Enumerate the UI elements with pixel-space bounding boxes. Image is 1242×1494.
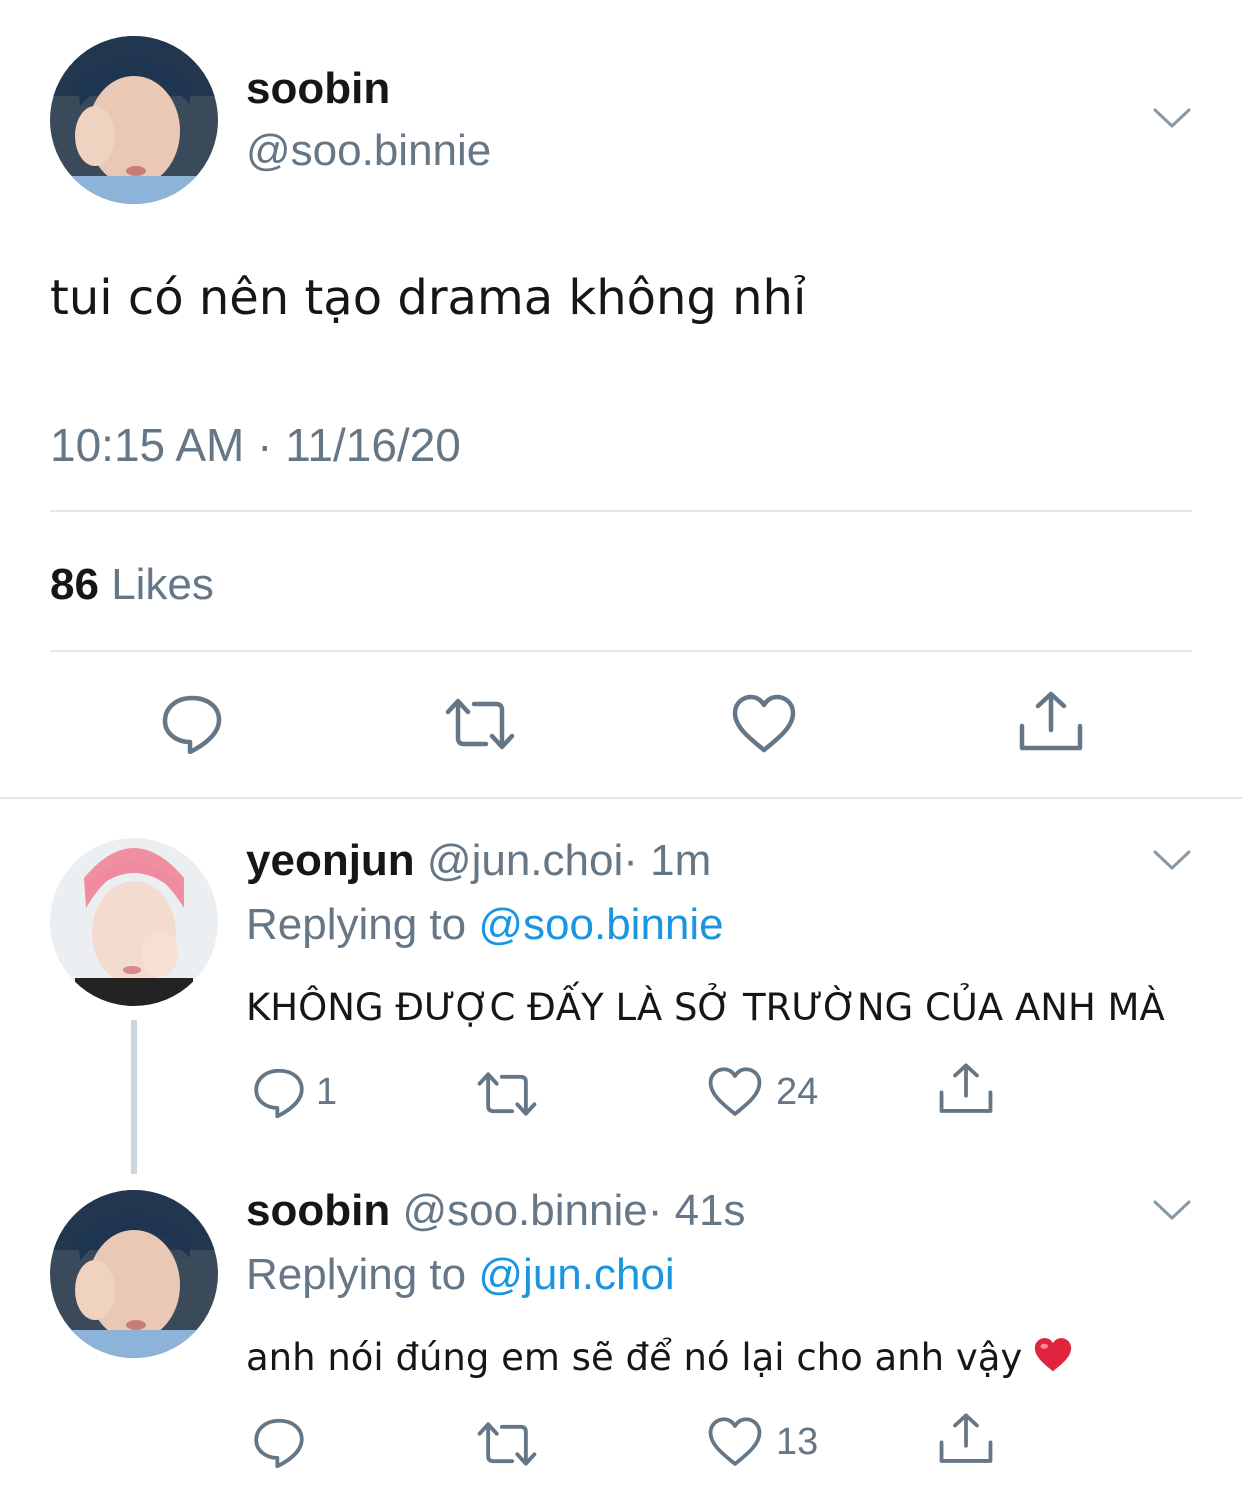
chevron-down-icon[interactable]	[1152, 104, 1192, 132]
divider	[50, 510, 1192, 512]
replying-to: Replying to @soo.binnie	[246, 900, 724, 950]
heart-emoji	[1033, 1336, 1073, 1379]
reply-author-handle[interactable]: @jun.choi	[427, 836, 623, 885]
avatar-soobin[interactable]	[50, 36, 218, 204]
chevron-down-icon[interactable]	[1152, 846, 1192, 874]
thread-line	[131, 1020, 137, 1174]
section-divider	[0, 797, 1242, 799]
replying-to: Replying to @jun.choi	[246, 1250, 675, 1300]
divider	[50, 650, 1192, 652]
reply-icon[interactable]	[160, 690, 224, 754]
like-count: 13	[776, 1421, 819, 1463]
retweet-icon[interactable]	[476, 1420, 538, 1468]
reply-text-row: anh nói đúng em sẽ để nó lại cho anh vậy	[246, 1336, 1073, 1379]
replying-to-link[interactable]: @jun.choi	[478, 1250, 674, 1299]
like-icon[interactable]	[732, 694, 796, 754]
replying-to-link[interactable]: @soo.binnie	[478, 900, 723, 949]
reply-time[interactable]: · 1m	[623, 836, 711, 885]
reply-header: yeonjun @jun.choi· 1m	[246, 836, 711, 886]
reply-icon[interactable]	[252, 1064, 306, 1118]
author-name[interactable]: soobin	[246, 64, 390, 114]
like-count: 24	[776, 1071, 819, 1113]
author-handle[interactable]: @soo.binnie	[246, 126, 491, 176]
tweet-text: tui có nên tạo drama không nhỉ	[50, 270, 807, 326]
share-icon[interactable]	[938, 1412, 994, 1466]
likes-label: Likes	[111, 560, 214, 609]
reply-author-handle[interactable]: @soo.binnie	[402, 1186, 647, 1235]
share-icon[interactable]	[1018, 690, 1084, 754]
avatar-yeonjun[interactable]	[50, 838, 218, 1006]
retweet-icon[interactable]	[444, 696, 516, 752]
share-icon[interactable]	[938, 1062, 994, 1116]
reply-text: anh nói đúng em sẽ để nó lại cho anh vậy	[246, 1336, 1023, 1379]
replying-to-label: Replying to	[246, 900, 467, 949]
reply-author-name[interactable]: soobin	[246, 1186, 390, 1235]
likes-stat[interactable]: 86 Likes	[50, 560, 214, 610]
retweet-icon[interactable]	[476, 1070, 538, 1118]
reply-icon[interactable]	[252, 1414, 306, 1468]
chevron-down-icon[interactable]	[1152, 1196, 1192, 1224]
likes-count: 86	[50, 560, 99, 609]
like-icon[interactable]	[708, 1416, 762, 1468]
reply-author-name[interactable]: yeonjun	[246, 836, 415, 885]
reply-text: KHÔNG ĐƯỢC ĐẤY LÀ SỞ TRƯỜNG CỦA ANH MÀ	[246, 986, 1165, 1029]
avatar-soobin[interactable]	[50, 1190, 218, 1358]
tweet-timestamp[interactable]: 10:15 AM · 11/16/20	[50, 418, 461, 472]
reply-header: soobin @soo.binnie· 41s	[246, 1186, 746, 1236]
replying-to-label: Replying to	[246, 1250, 467, 1299]
like-icon[interactable]	[708, 1066, 762, 1118]
reply-time[interactable]: · 41s	[648, 1186, 746, 1235]
reply-count: 1	[316, 1071, 338, 1113]
